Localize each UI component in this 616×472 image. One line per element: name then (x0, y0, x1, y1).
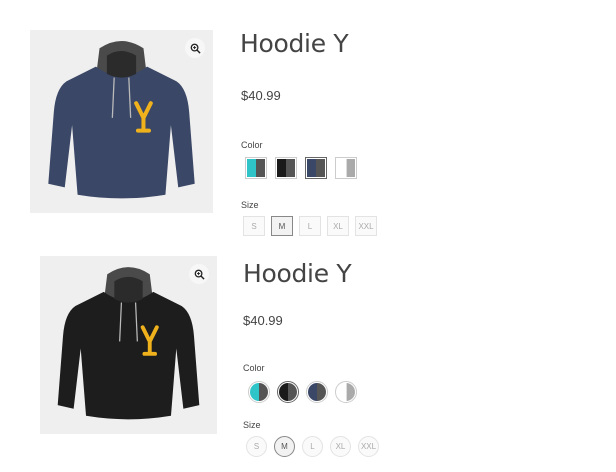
zoom-button[interactable] (185, 38, 205, 58)
swatch-fill (308, 383, 326, 401)
swatch-fill (307, 159, 325, 177)
size-option-m[interactable]: M (271, 216, 293, 236)
swatch-fill (279, 383, 297, 401)
color-swatch-white-gray[interactable] (335, 381, 357, 403)
size-option-l[interactable]: L (302, 436, 323, 457)
swatch-fill (247, 159, 265, 177)
hoodie-image (57, 267, 200, 420)
zoom-button[interactable] (189, 264, 209, 284)
size-option-xxl[interactable]: XXL (358, 436, 379, 457)
color-swatch-turquoise-gray[interactable] (245, 157, 267, 179)
color-swatches (248, 381, 357, 403)
hoodie-image (48, 40, 195, 199)
size-label: Size (241, 200, 259, 210)
color-swatches (245, 157, 357, 179)
swatch-fill (250, 383, 268, 401)
size-options: S M L XL XXL (246, 436, 379, 457)
color-swatch-navy-gray[interactable] (306, 381, 328, 403)
product-image[interactable] (30, 30, 213, 213)
size-option-xxl[interactable]: XXL (355, 216, 377, 236)
color-swatch-navy-gray[interactable] (305, 157, 327, 179)
product-card: Hoodie Y $40.99 Color Size S M L XL XXL (0, 0, 616, 236)
size-option-l[interactable]: L (299, 216, 321, 236)
color-swatch-black-gray[interactable] (277, 381, 299, 403)
size-option-xl[interactable]: XL (327, 216, 349, 236)
size-option-s[interactable]: S (243, 216, 265, 236)
product-card: Hoodie Y $40.99 Color Size S M L XL XXL (0, 236, 616, 472)
size-option-xl[interactable]: XL (330, 436, 351, 457)
color-swatch-turquoise-gray[interactable] (248, 381, 270, 403)
swatch-fill (337, 159, 355, 177)
size-option-m[interactable]: M (274, 436, 295, 457)
product-title: Hoodie Y (243, 259, 352, 288)
color-label: Color (241, 140, 263, 150)
swatch-fill (337, 383, 355, 401)
product-price: $40.99 (243, 313, 283, 328)
color-swatch-black-gray[interactable] (275, 157, 297, 179)
zoom-in-icon (190, 43, 201, 54)
size-option-s[interactable]: S (246, 436, 267, 457)
zoom-in-icon (194, 269, 205, 280)
product-image[interactable] (40, 256, 217, 434)
color-label: Color (243, 363, 265, 373)
color-swatch-white-gray[interactable] (335, 157, 357, 179)
swatch-fill (277, 159, 295, 177)
product-title: Hoodie Y (240, 29, 349, 58)
size-options: S M L XL XXL (243, 216, 377, 236)
product-price: $40.99 (241, 88, 281, 103)
size-label: Size (243, 420, 261, 430)
